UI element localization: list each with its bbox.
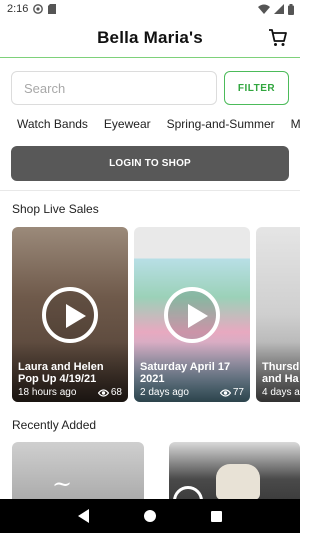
eye-icon xyxy=(97,388,109,397)
live-sale-meta: 18 hours ago 68 xyxy=(18,387,122,398)
view-count: 77 xyxy=(219,387,244,398)
sd-card-icon xyxy=(48,4,57,14)
notification-icon xyxy=(33,4,44,14)
category-watch-bands[interactable]: Watch Bands xyxy=(17,117,88,135)
store-title: Bella Maria's xyxy=(97,27,203,47)
wifi-icon xyxy=(258,4,270,14)
recent-product-card[interactable] xyxy=(168,442,300,504)
category-eyewear[interactable]: Eyewear xyxy=(104,117,151,135)
divider xyxy=(0,190,300,191)
view-count-value: 77 xyxy=(232,387,244,398)
live-sale-age: 18 hours ago xyxy=(18,387,77,398)
live-sale-title: Saturday April 17 2021 xyxy=(140,361,231,385)
play-icon[interactable] xyxy=(164,287,220,343)
recently-added-heading: Recently Added xyxy=(12,418,97,432)
view-count: 68 xyxy=(97,387,122,398)
search-row: FILTER xyxy=(0,71,300,105)
signal-icon xyxy=(274,4,284,14)
back-icon[interactable] xyxy=(77,509,89,523)
eye-icon xyxy=(219,388,231,397)
play-icon[interactable] xyxy=(42,287,98,343)
status-right xyxy=(258,3,294,15)
recent-product-card[interactable]: ~ xyxy=(12,442,144,504)
category-spring-and-summer[interactable]: Spring-and-Summer xyxy=(167,117,275,135)
live-sales-heading: Shop Live Sales xyxy=(12,202,99,216)
live-sale-age: 2 days ago xyxy=(140,387,189,398)
status-time: 2:16 xyxy=(7,3,29,15)
login-to-shop-button[interactable]: LOGIN TO SHOP xyxy=(11,146,289,181)
product-image-shirt xyxy=(215,464,260,500)
live-sale-title: Thursd and Ha xyxy=(262,361,300,385)
live-sale-card[interactable]: Thursd and Ha 4 days a xyxy=(256,227,300,402)
cart-button[interactable] xyxy=(268,28,288,48)
battery-icon xyxy=(288,3,294,15)
system-nav-bar xyxy=(0,499,300,533)
live-sale-meta: 2 days ago 77 xyxy=(140,387,244,398)
app-header: Bella Maria's xyxy=(0,18,300,58)
category-more[interactable]: M xyxy=(291,117,300,135)
product-image-hat: ~ xyxy=(52,470,73,498)
live-sale-card[interactable]: Laura and Helen Pop Up 4/19/21 18 hours … xyxy=(12,227,128,402)
cart-icon xyxy=(269,29,287,46)
live-sales-carousel[interactable]: Laura and Helen Pop Up 4/19/21 18 hours … xyxy=(0,227,300,402)
live-sale-title: Laura and Helen Pop Up 4/19/21 xyxy=(18,361,104,385)
view-count-value: 68 xyxy=(110,387,122,398)
status-bar: 2:16 xyxy=(0,0,300,18)
status-left: 2:16 xyxy=(7,3,57,15)
category-list: Watch Bands Eyewear Spring-and-Summer M xyxy=(0,117,300,135)
live-sale-age: 4 days a xyxy=(262,387,300,398)
recently-added-list[interactable]: ~ xyxy=(0,442,300,504)
filter-button[interactable]: FILTER xyxy=(224,71,289,105)
home-icon[interactable] xyxy=(143,510,156,522)
search-input[interactable] xyxy=(11,71,217,105)
live-sale-meta: 4 days a xyxy=(262,387,300,398)
recents-icon[interactable] xyxy=(211,510,223,522)
live-sale-card[interactable]: Saturday April 17 2021 2 days ago 77 xyxy=(134,227,250,402)
